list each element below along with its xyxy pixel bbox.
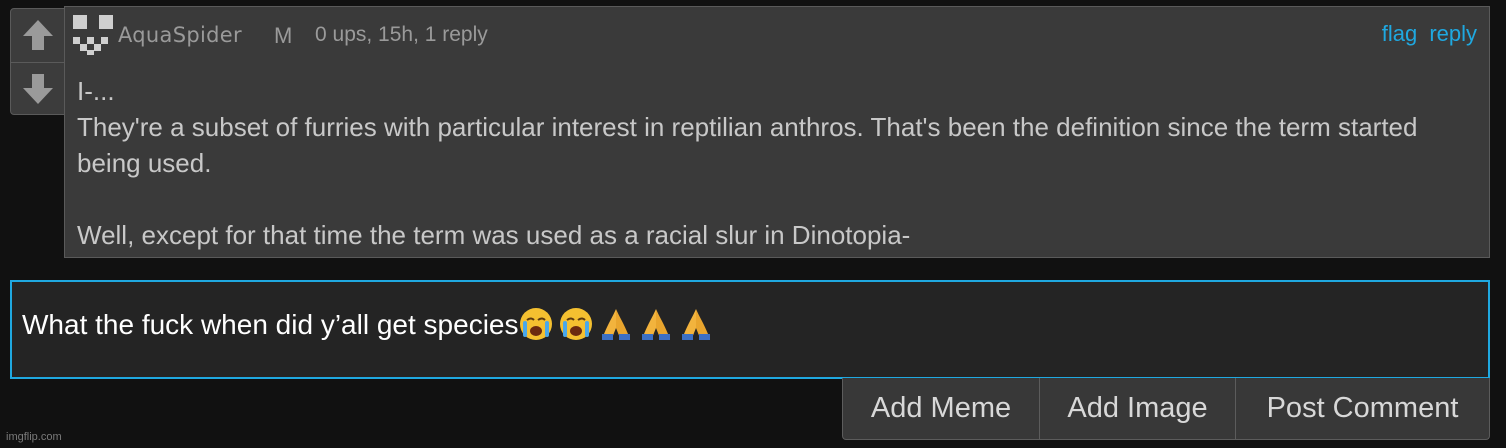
- reply-link[interactable]: reply: [1429, 21, 1477, 46]
- comment-body-line: Well, except for that time the term was …: [77, 220, 911, 250]
- comment-username[interactable]: AquaSpider: [118, 23, 242, 47]
- comment-actions: flag reply: [1376, 21, 1477, 47]
- comment-gender: M: [274, 23, 293, 48]
- reply-action-buttons: Add Meme Add Image Post Comment: [842, 378, 1490, 440]
- folded-hands-icon: [642, 309, 671, 340]
- loudly-crying-face-icon: [560, 308, 593, 340]
- comment-meta: 0 ups, 15h, 1 reply: [315, 23, 488, 46]
- comment-body-line: I-...: [77, 76, 115, 106]
- flag-link[interactable]: flag: [1382, 21, 1417, 46]
- arrow-up-icon: [22, 20, 53, 50]
- reply-text: What the fuck when did y’all get species: [22, 309, 519, 340]
- downvote-button[interactable]: [11, 62, 64, 114]
- watermark: imgflip.com: [6, 431, 62, 443]
- post-comment-button[interactable]: Post Comment: [1236, 378, 1489, 439]
- add-meme-button[interactable]: Add Meme: [843, 378, 1040, 439]
- reply-textarea[interactable]: What the fuck when did y’all get species: [10, 280, 1490, 379]
- folded-hands-icon: [602, 309, 631, 340]
- upvote-button[interactable]: [11, 9, 64, 61]
- vote-column: [10, 8, 65, 115]
- add-image-button[interactable]: Add Image: [1040, 378, 1236, 439]
- comment-body-line: They're a subset of furries with particu…: [77, 112, 1418, 178]
- folded-hands-icon: [682, 309, 711, 340]
- loudly-crying-face-icon: [520, 308, 553, 340]
- avatar[interactable]: [73, 15, 113, 55]
- comment-card: AquaSpider M 0 ups, 15h, 1 reply flag re…: [64, 6, 1490, 258]
- comment-body: I-... They're a subset of furries with p…: [77, 73, 1477, 253]
- arrow-down-icon: [22, 73, 53, 104]
